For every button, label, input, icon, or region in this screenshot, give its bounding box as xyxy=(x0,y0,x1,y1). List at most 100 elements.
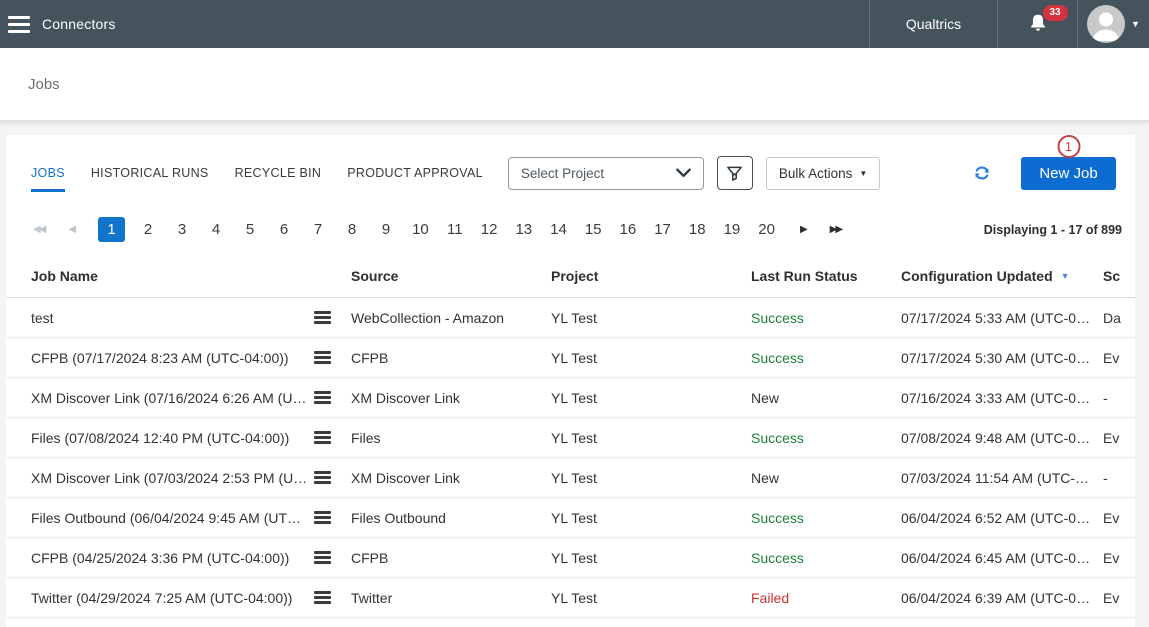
job-name: Twitter (04/29/2024 7:25 AM (UTC-04:00)) xyxy=(31,590,292,606)
column-header-label: Sc xyxy=(1103,268,1120,284)
page-1-button[interactable]: 1 xyxy=(98,217,125,242)
row-actions-menu-icon[interactable] xyxy=(312,307,333,329)
project-select[interactable]: Select Project xyxy=(508,157,704,190)
account-menu[interactable]: ▼ xyxy=(1077,0,1149,48)
configuration-updated-cell: 06/04/2024 6:45 AM (UTC-0… xyxy=(901,550,1103,566)
table-row: XM Discover Link (07/16/2024 6:26 AM (U…… xyxy=(6,378,1135,418)
new-job-button[interactable]: New Job 1 xyxy=(1021,157,1116,190)
table-header-row: Job Name SourceProject Last Run Status Conf… xyxy=(6,268,1135,298)
column-header-job-name[interactable]: Job Name xyxy=(31,268,351,284)
job-name-cell: Files (07/08/2024 12:40 PM (UTC-04:00)) xyxy=(31,427,351,449)
column-header-last-run-status[interactable]: Last Run Status xyxy=(751,268,901,284)
page-17-button[interactable]: 17 xyxy=(651,217,674,242)
last-run-status-cell: New xyxy=(751,390,901,406)
hamburger-menu-icon[interactable] xyxy=(8,8,30,41)
page-16-button[interactable]: 16 xyxy=(617,217,640,242)
first-page-button[interactable]: ◀◀ xyxy=(33,224,44,235)
table-row: CFPB (07/17/2024 8:23 AM (UTC-04:00)) CFP… xyxy=(6,338,1135,378)
bulk-actions-label: Bulk Actions xyxy=(779,166,853,181)
project-cell: YL Test xyxy=(551,590,751,606)
page-14-button[interactable]: 14 xyxy=(547,217,570,242)
page-15-button[interactable]: 15 xyxy=(582,217,605,242)
project-select-value: Select Project xyxy=(521,166,604,181)
annotation-badge-1: 1 xyxy=(1057,135,1080,158)
job-name-cell: Files Outbound (06/04/2024 9:45 AM (UT… xyxy=(31,507,351,529)
job-name: CFPB (07/17/2024 8:23 AM (UTC-04:00)) xyxy=(31,350,289,366)
caret-down-icon: ▼ xyxy=(859,169,867,178)
row-actions-menu-icon[interactable] xyxy=(312,467,333,489)
job-name-cell: CFPB (07/17/2024 8:23 AM (UTC-04:00)) xyxy=(31,347,351,369)
refresh-icon xyxy=(973,164,991,182)
page-list: 1234567891011121314151617181920 xyxy=(98,217,790,242)
new-job-label: New Job xyxy=(1039,165,1097,182)
column-header-source[interactable]: Source xyxy=(351,268,551,284)
job-name: CFPB (04/25/2024 3:36 PM (UTC-04:00)) xyxy=(31,550,289,566)
page-9-button[interactable]: 9 xyxy=(375,217,397,242)
page-4-button[interactable]: 4 xyxy=(205,217,227,242)
tab-historical-runs[interactable]: HISTORICAL RUNS xyxy=(91,154,209,192)
project-cell: YL Test xyxy=(551,390,751,406)
app-title: Connectors xyxy=(42,16,116,32)
column-header-label: Project xyxy=(551,268,598,284)
last-run-status-cell: Success xyxy=(751,430,901,446)
page-3-button[interactable]: 3 xyxy=(171,217,193,242)
sort-desc-icon: ▼ xyxy=(1061,271,1070,281)
row-actions-menu-icon[interactable] xyxy=(312,347,333,369)
column-header-sc[interactable]: Sc xyxy=(1103,268,1135,284)
schedule-cell: Ev xyxy=(1103,550,1135,566)
column-header-project[interactable]: Project xyxy=(551,268,751,284)
configuration-updated-cell: 07/16/2024 3:33 AM (UTC-0… xyxy=(901,390,1103,406)
last-page-button[interactable]: ▶▶ xyxy=(830,224,841,235)
row-actions-menu-icon[interactable] xyxy=(312,387,333,409)
column-header-configuration-updated[interactable]: Configuration Updated ▼ xyxy=(901,268,1103,284)
job-name: Files Outbound (06/04/2024 9:45 AM (UT… xyxy=(31,510,301,526)
page-12-button[interactable]: 12 xyxy=(478,217,501,242)
next-page-button[interactable]: ▶ xyxy=(800,224,806,235)
table-row: CFPB (04/25/2024 3:36 PM (UTC-04:00))CFP… xyxy=(6,538,1135,578)
tab-recycle-bin[interactable]: RECYCLE BIN xyxy=(235,154,322,192)
row-actions-menu-icon[interactable] xyxy=(312,547,333,569)
tab-jobs[interactable]: JOBS xyxy=(31,154,65,192)
page-20-button[interactable]: 20 xyxy=(755,217,778,242)
project-cell: YL Test xyxy=(551,550,751,566)
funnel-icon xyxy=(726,165,743,182)
page-18-button[interactable]: 18 xyxy=(686,217,709,242)
source-cell: CFPB xyxy=(351,350,551,366)
bulk-actions-button[interactable]: Bulk Actions ▼ xyxy=(766,157,880,190)
tab-product-approval[interactable]: PRODUCT APPROVAL xyxy=(347,154,483,192)
page-19-button[interactable]: 19 xyxy=(721,217,744,242)
page-7-button[interactable]: 7 xyxy=(307,217,329,242)
job-name: XM Discover Link (07/16/2024 6:26 AM (U… xyxy=(31,390,306,406)
row-actions-menu-icon[interactable] xyxy=(312,507,333,529)
refresh-button[interactable] xyxy=(973,164,991,182)
source-cell: XM Discover Link xyxy=(351,390,551,406)
page-header: Jobs xyxy=(0,48,1149,121)
configuration-updated-cell: 06/04/2024 6:39 AM (UTC-0… xyxy=(901,590,1103,606)
page-13-button[interactable]: 13 xyxy=(512,217,535,242)
notification-count-badge: 33 xyxy=(1043,5,1068,21)
page-11-button[interactable]: 11 xyxy=(444,217,466,242)
page-5-button[interactable]: 5 xyxy=(239,217,261,242)
last-run-status-cell: New xyxy=(751,470,901,486)
column-header-label: Last Run Status xyxy=(751,268,858,284)
last-run-status-cell: Success xyxy=(751,510,901,526)
jobs-table: Job Name SourceProject Last Run Status Conf… xyxy=(6,268,1135,618)
row-actions-menu-icon[interactable] xyxy=(312,427,333,449)
column-header-label: Configuration Updated xyxy=(901,268,1053,284)
filter-button[interactable] xyxy=(717,156,753,190)
topbar-right: Qualtrics 33 ▼ xyxy=(869,0,1149,48)
brand-menu[interactable]: Qualtrics xyxy=(869,0,997,48)
previous-page-button[interactable]: ◀ xyxy=(68,224,74,235)
page-10-button[interactable]: 10 xyxy=(409,217,432,242)
table-row: Files (07/08/2024 12:40 PM (UTC-04:00))F… xyxy=(6,418,1135,458)
notifications-button[interactable]: 33 xyxy=(997,0,1077,48)
job-name-cell: test xyxy=(31,307,351,329)
source-cell: XM Discover Link xyxy=(351,470,551,486)
page-8-button[interactable]: 8 xyxy=(341,217,363,242)
page-6-button[interactable]: 6 xyxy=(273,217,295,242)
source-cell: Files xyxy=(351,430,551,446)
page-2-button[interactable]: 2 xyxy=(137,217,159,242)
row-actions-menu-icon[interactable] xyxy=(312,587,333,609)
schedule-cell: Ev xyxy=(1103,350,1135,366)
column-header-label: Job Name xyxy=(31,268,98,284)
